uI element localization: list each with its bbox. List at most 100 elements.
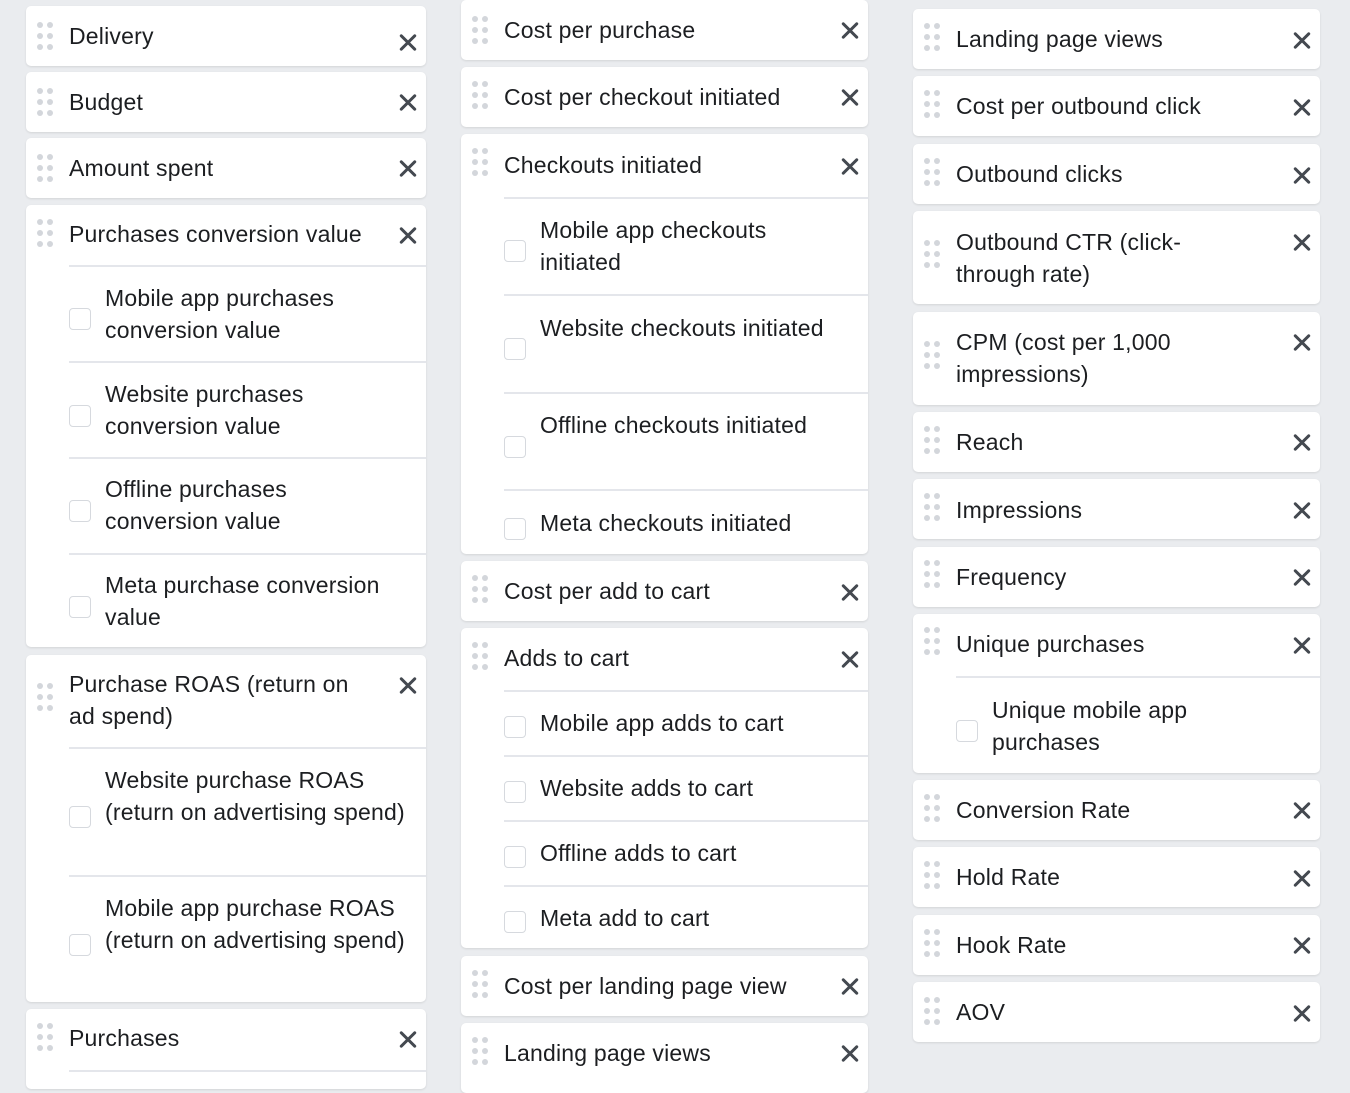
metric-card-hook-rate[interactable]: Hook Rate	[913, 915, 1320, 975]
checkbox[interactable]	[69, 308, 91, 330]
metric-card-cpm[interactable]: CPM (cost per 1,000 impressions)	[913, 312, 1320, 405]
drag-handle-icon[interactable]	[37, 1023, 53, 1051]
checkbox[interactable]	[69, 934, 91, 956]
drag-handle-icon[interactable]	[472, 1037, 488, 1065]
divider	[69, 265, 426, 267]
close-icon[interactable]	[1291, 165, 1313, 187]
drag-handle-icon[interactable]	[472, 148, 488, 176]
drag-handle-icon[interactable]	[924, 929, 940, 957]
close-icon[interactable]	[1291, 1003, 1313, 1025]
close-icon[interactable]	[1291, 432, 1313, 454]
checkbox[interactable]	[69, 596, 91, 618]
close-icon[interactable]	[397, 675, 419, 697]
metric-card-cost-per-add-to-cart[interactable]: Cost per add to cart	[461, 561, 868, 621]
drag-handle-icon[interactable]	[924, 861, 940, 889]
metric-card-impressions[interactable]: Impressions	[913, 479, 1320, 539]
drag-handle-icon[interactable]	[472, 575, 488, 603]
drag-handle-icon[interactable]	[924, 560, 940, 588]
drag-handle-icon[interactable]	[924, 341, 940, 369]
metric-card-cost-per-landing-page-view[interactable]: Cost per landing page view	[461, 956, 868, 1016]
checkbox[interactable]	[504, 518, 526, 540]
metric-card-reach[interactable]: Reach	[913, 412, 1320, 472]
close-icon[interactable]	[1291, 800, 1313, 822]
metric-card-conversion-rate[interactable]: Conversion Rate	[913, 780, 1320, 840]
metric-card-delivery[interactable]: Delivery	[26, 6, 426, 66]
close-icon[interactable]	[1291, 567, 1313, 589]
drag-handle-icon[interactable]	[472, 81, 488, 109]
checkbox[interactable]	[504, 911, 526, 933]
drag-handle-icon[interactable]	[37, 22, 53, 50]
drag-handle-icon[interactable]	[924, 23, 940, 51]
close-icon[interactable]	[1291, 500, 1313, 522]
divider	[504, 755, 868, 757]
checkbox[interactable]	[69, 806, 91, 828]
drag-handle-icon[interactable]	[924, 158, 940, 186]
close-icon[interactable]	[397, 1029, 419, 1051]
metric-card-frequency[interactable]: Frequency	[913, 547, 1320, 607]
metric-card-aov[interactable]: AOV	[913, 982, 1320, 1042]
metric-card-cost-per-checkout-initiated[interactable]: Cost per checkout initiated	[461, 67, 868, 127]
close-icon[interactable]	[397, 158, 419, 180]
checkbox[interactable]	[504, 436, 526, 458]
metric-card-checkouts-initiated[interactable]: Checkouts initiated Mobile app checkouts…	[461, 134, 868, 554]
drag-handle-icon[interactable]	[37, 219, 53, 247]
close-icon[interactable]	[1291, 332, 1313, 354]
metric-card-hold-rate[interactable]: Hold Rate	[913, 847, 1320, 907]
drag-handle-icon[interactable]	[37, 154, 53, 182]
drag-handle-icon[interactable]	[37, 88, 53, 116]
close-icon[interactable]	[839, 582, 861, 604]
checkbox[interactable]	[504, 338, 526, 360]
drag-handle-icon[interactable]	[472, 16, 488, 44]
metric-card-budget[interactable]: Budget	[26, 72, 426, 132]
close-icon[interactable]	[839, 976, 861, 998]
checkbox[interactable]	[504, 716, 526, 738]
close-icon[interactable]	[397, 92, 419, 114]
close-icon[interactable]	[1291, 232, 1313, 254]
sub-metric-label: Meta purchase conversion value	[105, 572, 380, 630]
drag-handle-icon[interactable]	[924, 997, 940, 1025]
metric-card-purchases[interactable]: Purchases	[26, 1009, 426, 1089]
close-icon[interactable]	[839, 156, 861, 178]
drag-handle-icon[interactable]	[472, 970, 488, 998]
metric-card-purchase-roas[interactable]: Purchase ROAS (return on ad spend) Websi…	[26, 655, 426, 1002]
metric-label: Cost per add to cart	[504, 578, 710, 604]
drag-handle-icon[interactable]	[924, 627, 940, 655]
checkbox[interactable]	[504, 781, 526, 803]
close-icon[interactable]	[839, 1043, 861, 1065]
drag-handle-icon[interactable]	[924, 426, 940, 454]
close-icon[interactable]	[1291, 868, 1313, 890]
close-icon[interactable]	[839, 20, 861, 42]
metric-card-purchases-conversion-value[interactable]: Purchases conversion value Mobile app pu…	[26, 205, 426, 647]
drag-handle-icon[interactable]	[37, 683, 53, 711]
checkbox[interactable]	[956, 720, 978, 742]
drag-handle-icon[interactable]	[924, 794, 940, 822]
metric-label: Hook Rate	[956, 932, 1067, 958]
metric-card-outbound-ctr[interactable]: Outbound CTR (click-through rate)	[913, 211, 1320, 304]
checkbox[interactable]	[69, 405, 91, 427]
close-icon[interactable]	[1291, 935, 1313, 957]
metric-card-amount-spent[interactable]: Amount spent	[26, 138, 426, 198]
metric-card-cost-per-outbound-click[interactable]: Cost per outbound click	[913, 76, 1320, 136]
close-icon[interactable]	[397, 32, 419, 54]
drag-handle-icon[interactable]	[924, 493, 940, 521]
metric-card-landing-page-views[interactable]: Landing page views	[913, 9, 1320, 69]
sub-metric-label: Unique mobile app purchases	[992, 697, 1188, 755]
metric-card-landing-page-views[interactable]: Landing page views	[461, 1023, 868, 1093]
checkbox[interactable]	[504, 846, 526, 868]
checkbox[interactable]	[69, 500, 91, 522]
close-icon[interactable]	[397, 225, 419, 247]
drag-handle-icon[interactable]	[924, 90, 940, 118]
close-icon[interactable]	[1291, 635, 1313, 657]
close-icon[interactable]	[1291, 30, 1313, 52]
metric-card-cost-per-purchase[interactable]: Cost per purchase	[461, 0, 868, 60]
metric-card-unique-purchases[interactable]: Unique purchases Unique mobile app purch…	[913, 614, 1320, 773]
drag-handle-icon[interactable]	[472, 642, 488, 670]
metric-card-outbound-clicks[interactable]: Outbound clicks	[913, 144, 1320, 204]
close-icon[interactable]	[839, 649, 861, 671]
close-icon[interactable]	[839, 87, 861, 109]
drag-handle-icon[interactable]	[924, 240, 940, 268]
metric-label: Purchases	[69, 1025, 180, 1051]
close-icon[interactable]	[1291, 97, 1313, 119]
checkbox[interactable]	[504, 240, 526, 262]
metric-card-adds-to-cart[interactable]: Adds to cart Mobile app adds to cart Web…	[461, 628, 868, 948]
